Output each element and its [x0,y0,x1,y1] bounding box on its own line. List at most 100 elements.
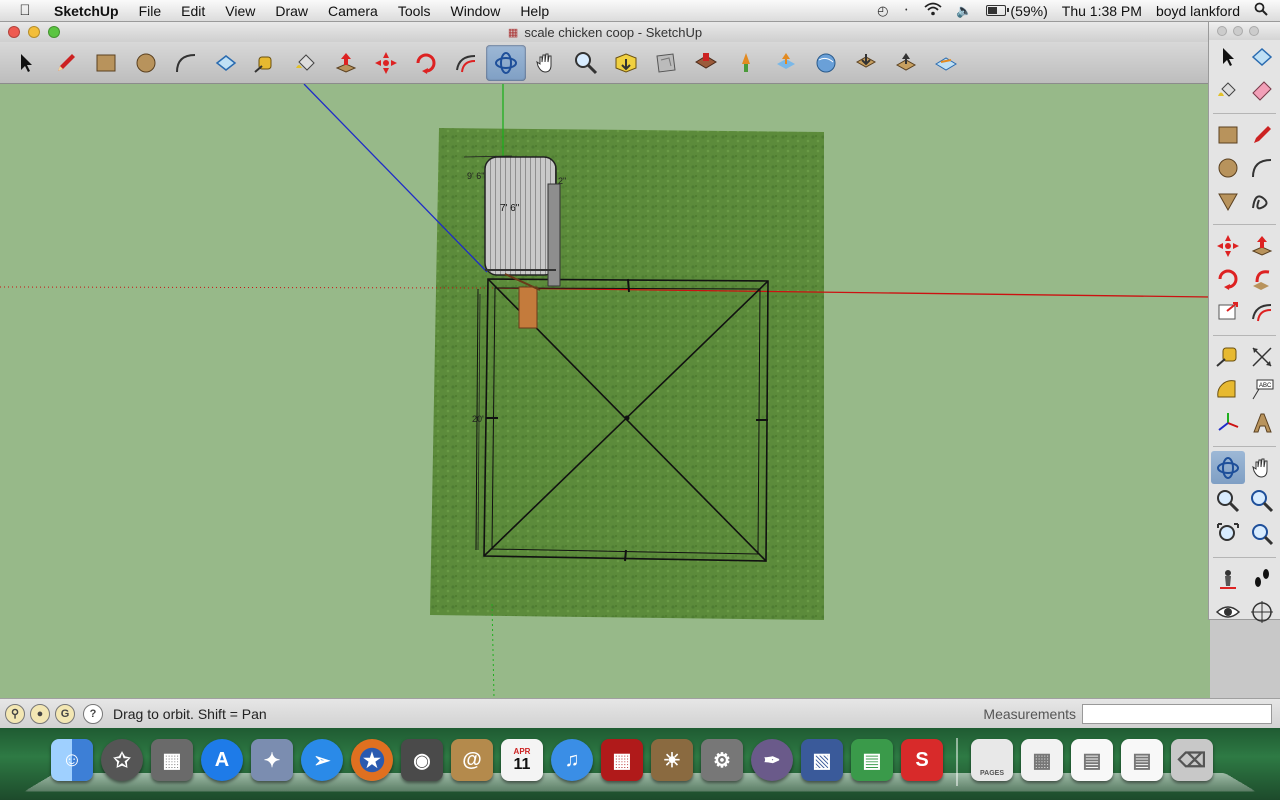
palette-make-component-button[interactable] [1245,40,1279,73]
coop-roof[interactable] [484,156,561,287]
palette-orbit-button[interactable] [1211,451,1245,484]
help-icon[interactable]: ? [83,703,103,724]
script-editor-dock-icon[interactable]: ✒ [748,734,796,786]
palette-dimension-button[interactable] [1245,340,1279,373]
pencil-tool-button[interactable] [46,45,86,81]
credits-icon[interactable]: ● [30,703,50,724]
menu-edit[interactable]: Edit [171,3,215,19]
time-machine-icon[interactable]: ◴ [877,3,888,19]
palette-zoom-window-button[interactable] [1245,484,1279,517]
palette-paint-bucket-button[interactable] [1211,73,1245,106]
palette-3d-text-button[interactable] [1245,406,1279,439]
pan-tool-button[interactable] [526,45,566,81]
palette-scale-button[interactable] [1211,295,1245,328]
trash-dock-icon[interactable]: ⌫ [1168,734,1216,786]
apple-menu-icon[interactable]:  [0,2,50,19]
ical-dock-icon[interactable]: APR 11 [498,734,546,786]
coop-ramp[interactable] [518,286,538,329]
zoom-window-button[interactable] [48,26,60,38]
palette-offset-button[interactable] [1245,295,1279,328]
palette-title-bar[interactable] [1209,22,1280,40]
palette-select-button[interactable] [1211,40,1245,73]
preview-dock-icon[interactable]: ✦ [248,734,296,786]
palette-axes-button[interactable] [1211,406,1245,439]
document-3-dock-icon[interactable]: ▤ [1118,734,1166,786]
iphoto-dock-icon[interactable]: ☀ [648,734,696,786]
itunes-dock-icon[interactable]: ♫ [548,734,596,786]
volume-icon[interactable]: 🔈 [956,3,972,19]
get-photo-texture-tool-button[interactable] [846,45,886,81]
palette-walk-button[interactable] [1245,562,1279,595]
add-location-tool-button[interactable] [926,45,966,81]
palette-previous-view-button[interactable] [1245,517,1279,550]
photo-browser-dock-icon[interactable]: ▦ [148,734,196,786]
palette-rotate-button[interactable] [1211,262,1245,295]
palette-polygon-button[interactable] [1211,184,1245,217]
orbit-tool-button[interactable] [486,44,526,81]
palette-protractor-button[interactable] [1211,373,1245,406]
address-book-dock-icon[interactable]: @ [448,734,496,786]
place-model-tool-button[interactable] [726,45,766,81]
palette-move-button[interactable] [1211,229,1245,262]
safari-dock-icon[interactable]: ➢ [298,734,346,786]
share-component-tool-button[interactable] [886,45,926,81]
offset-tool-button[interactable] [446,45,486,81]
measurements-input[interactable] [1082,703,1272,724]
drawing-viewport[interactable]: 9' 6" 7' 6" 2" 20' [0,84,1210,698]
palette-look-around-button[interactable] [1211,595,1245,628]
dimension-label-coop-depth[interactable]: 7' 6" [500,203,520,214]
finder-dock-icon[interactable]: ☺ [48,734,96,786]
numbers-dock-icon[interactable]: ▤ [848,734,896,786]
menu-tools[interactable]: Tools [388,3,441,19]
palette-zoom-extents-button[interactable] [1211,517,1245,550]
sign-in-icon[interactable]: G [55,703,75,724]
geo-location-icon[interactable]: ⚲ [5,703,25,724]
firefox-dock-icon[interactable]: ★ [348,734,396,786]
menu-window[interactable]: Window [441,3,511,19]
bluetooth-icon[interactable]: ᛫ [902,3,910,18]
system-preferences-dock-icon[interactable]: ⚙ [698,734,746,786]
zoom-extents-tool-button[interactable] [606,45,646,81]
palette-push-pull-button[interactable] [1245,229,1279,262]
palette-position-camera-button[interactable] [1211,562,1245,595]
palette-circle-button[interactable] [1211,151,1245,184]
palette-rectangle-button[interactable] [1211,118,1245,151]
arc-tool-button[interactable] [166,45,206,81]
select-tool-button[interactable] [6,45,46,81]
palette-text-button[interactable]: ABC [1245,373,1279,406]
window-title-bar[interactable]: ▦ scale chicken coop - SketchUp [0,22,1210,42]
share-model-tool-button[interactable] [766,45,806,81]
move-tool-button[interactable] [366,45,406,81]
palette-follow-me-button[interactable] [1245,262,1279,295]
menu-app-name[interactable]: SketchUp [50,3,129,19]
photo-booth-dock-icon[interactable]: ▦ [598,734,646,786]
close-window-button[interactable] [8,26,20,38]
palette-tape-measure-button[interactable] [1211,340,1245,373]
menu-draw[interactable]: Draw [265,3,318,19]
rectangle-tool-button[interactable] [86,45,126,81]
palette-line-button[interactable] [1245,118,1279,151]
push-pull-tool-button[interactable] [326,45,366,81]
wifi-icon[interactable] [924,2,942,19]
previous-view-tool-button[interactable] [646,45,686,81]
pages-document-dock-icon[interactable]: PAGES [968,734,1016,786]
menu-help[interactable]: Help [510,3,559,19]
menu-clock[interactable]: Thu 1:38 PM [1062,3,1142,19]
palette-section-plane-button[interactable] [1245,595,1279,628]
palette-pan-button[interactable] [1245,451,1279,484]
keynote-dock-icon[interactable]: ▧ [798,734,846,786]
palette-arc-button[interactable] [1245,151,1279,184]
palette-freehand-button[interactable] [1245,184,1279,217]
model-canvas[interactable]: 9' 6" 7' 6" 2" 20' [0,84,1210,698]
zoom-tool-button[interactable] [566,45,606,81]
get-models-tool-button[interactable] [686,45,726,81]
dashboard-dock-icon[interactable]: ✩ [98,734,146,786]
palette-zoom-button[interactable] [1211,484,1245,517]
make-component-tool-button[interactable] [206,45,246,81]
dimension-label-coop-width[interactable]: 9' 6" [467,171,484,181]
menu-camera[interactable]: Camera [318,3,388,19]
menu-view[interactable]: View [215,3,265,19]
paint-bucket-tool-button[interactable] [286,45,326,81]
minimize-window-button[interactable] [28,26,40,38]
document-1-dock-icon[interactable]: ▦ [1018,734,1066,786]
